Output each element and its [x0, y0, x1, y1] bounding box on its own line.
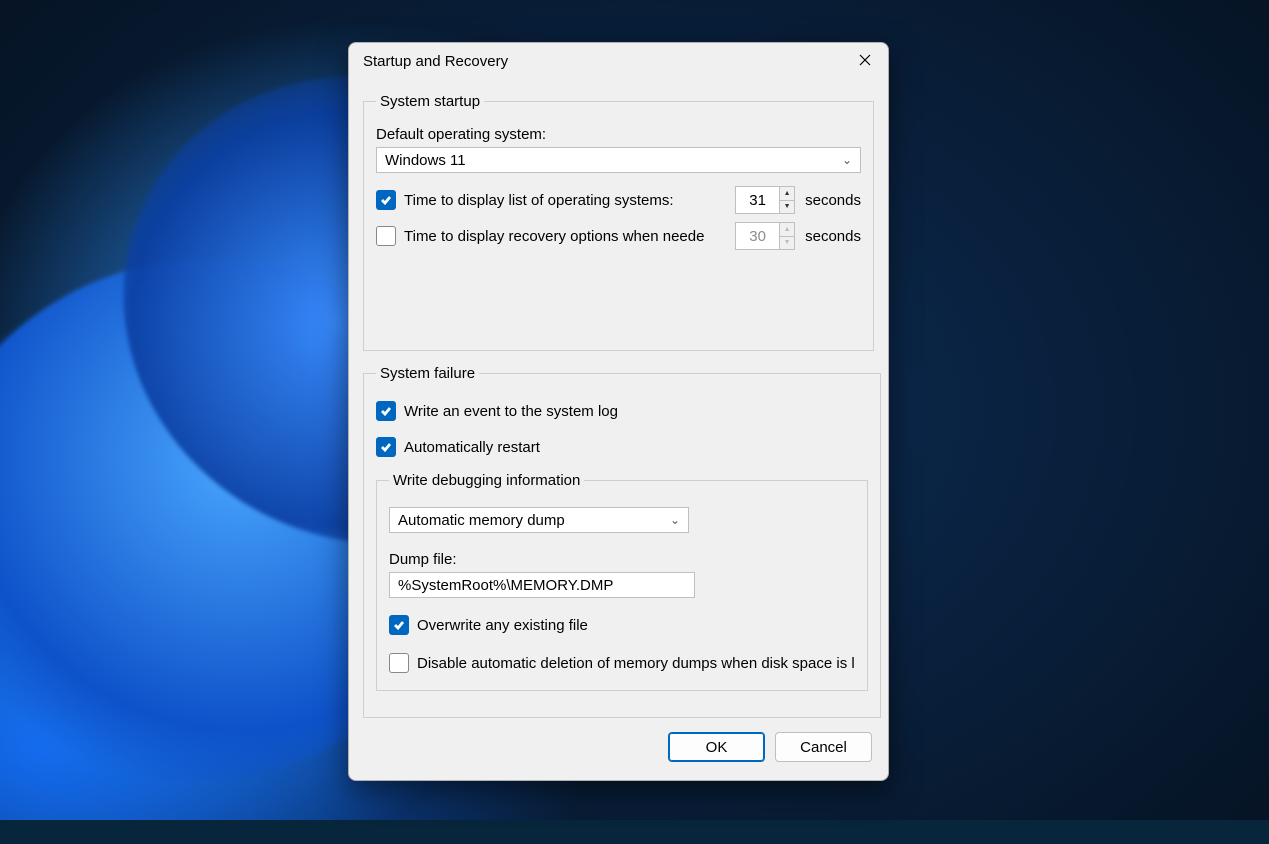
- debug-info-group: Write debugging information Automatic me…: [376, 472, 868, 691]
- chevron-down-icon: ⌄: [670, 513, 680, 527]
- spinner-up-icon[interactable]: ▲: [779, 186, 795, 200]
- dump-file-value: %SystemRoot%\MEMORY.DMP: [398, 577, 613, 594]
- spinner-down-icon: ▼: [779, 236, 795, 251]
- display-os-list-spinner[interactable]: 31 ▲ ▼: [735, 186, 795, 214]
- display-recovery-value: 30: [735, 222, 779, 250]
- dump-file-input[interactable]: %SystemRoot%\MEMORY.DMP: [389, 572, 695, 598]
- default-os-value: Windows 11: [385, 152, 466, 169]
- display-os-list-unit: seconds: [805, 192, 861, 209]
- default-os-combo[interactable]: Windows 11 ⌄: [376, 147, 861, 173]
- system-startup-legend: System startup: [376, 93, 484, 110]
- overwrite-checkbox[interactable]: [389, 615, 409, 635]
- debug-info-type-combo[interactable]: Automatic memory dump ⌄: [389, 507, 689, 533]
- system-startup-group: System startup Default operating system:…: [363, 93, 874, 351]
- auto-restart-row: Automatically restart: [376, 432, 868, 462]
- cancel-button[interactable]: Cancel: [775, 732, 872, 762]
- dialog-body: System startup Default operating system:…: [349, 79, 888, 780]
- write-event-label: Write an event to the system log: [404, 403, 618, 420]
- spinner-down-icon[interactable]: ▼: [779, 200, 795, 215]
- dialog-title: Startup and Recovery: [363, 53, 508, 70]
- auto-restart-label: Automatically restart: [404, 439, 540, 456]
- display-os-list-checkbox[interactable]: [376, 190, 396, 210]
- startup-recovery-dialog: Startup and Recovery System startup Defa…: [348, 42, 889, 781]
- spinner-up-icon: ▲: [779, 222, 795, 236]
- system-failure-legend: System failure: [376, 365, 479, 382]
- close-button[interactable]: [842, 43, 888, 79]
- display-recovery-row: Time to display recovery options when ne…: [376, 221, 861, 251]
- disable-delete-label: Disable automatic deletion of memory dum…: [417, 655, 855, 672]
- write-event-row: Write an event to the system log: [376, 396, 868, 426]
- display-recovery-label: Time to display recovery options when ne…: [404, 228, 704, 245]
- overwrite-row: Overwrite any existing file: [389, 610, 855, 640]
- ok-button[interactable]: OK: [668, 732, 765, 762]
- close-icon: [859, 53, 871, 70]
- display-os-list-value[interactable]: 31: [735, 186, 779, 214]
- auto-restart-checkbox[interactable]: [376, 437, 396, 457]
- default-os-label: Default operating system:: [376, 126, 861, 143]
- display-os-list-label: Time to display list of operating system…: [404, 192, 674, 209]
- write-event-checkbox[interactable]: [376, 401, 396, 421]
- display-recovery-spinner: 30 ▲ ▼: [735, 222, 795, 250]
- system-failure-group: System failure Write an event to the sys…: [363, 365, 881, 718]
- display-recovery-checkbox[interactable]: [376, 226, 396, 246]
- overwrite-label: Overwrite any existing file: [417, 617, 588, 634]
- display-os-list-row: Time to display list of operating system…: [376, 185, 861, 215]
- debug-info-type-value: Automatic memory dump: [398, 512, 565, 529]
- display-recovery-unit: seconds: [805, 228, 861, 245]
- dialog-buttons: OK Cancel: [363, 732, 874, 762]
- disable-delete-checkbox[interactable]: [389, 653, 409, 673]
- disable-delete-row: Disable automatic deletion of memory dum…: [389, 648, 855, 678]
- title-bar: Startup and Recovery: [349, 43, 888, 79]
- dump-file-label: Dump file:: [389, 551, 855, 568]
- debug-info-legend: Write debugging information: [389, 472, 584, 489]
- chevron-down-icon: ⌄: [842, 153, 852, 167]
